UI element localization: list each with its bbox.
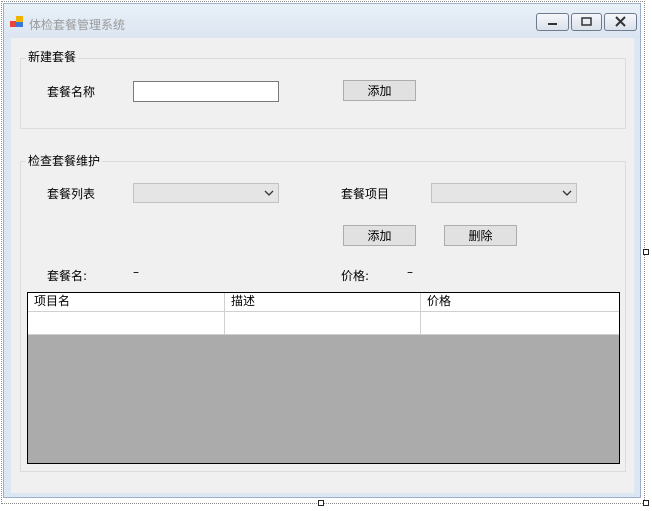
restore-icon [581,17,592,26]
delete-item-button[interactable]: 删除 [444,225,517,246]
new-package-group-title: 新建套餐 [26,48,79,65]
minimize-button[interactable] [536,13,569,31]
grid-header-row: 项目名 描述 价格 [28,293,619,312]
add-item-button[interactable]: 添加 [343,225,416,246]
package-maintenance-group-title: 检查套餐维护 [26,152,103,169]
chevron-down-icon [264,190,274,196]
price-value: – [407,265,413,279]
package-item-label: 套餐项目 [341,187,390,201]
package-items-grid[interactable]: 项目名 描述 价格 [27,292,620,464]
selected-package-name-label: 套餐名: [47,269,88,283]
package-name-label: 套餐名称 [47,85,96,99]
close-button[interactable] [604,13,637,31]
package-list-label: 套餐列表 [47,187,96,201]
form-client-area: 新建套餐 套餐名称 添加 检查套餐维护 套餐列表 套餐项目 添加 删除 套餐名:… [11,38,634,493]
chevron-down-icon [562,190,572,196]
close-icon [615,16,626,27]
grid-cell[interactable] [225,312,421,334]
maximize-button[interactable] [571,13,602,31]
app-icon [10,16,23,27]
price-label: 价格: [341,269,370,283]
package-item-combobox[interactable] [431,183,577,203]
grid-cell[interactable] [28,312,225,334]
resize-handle-corner[interactable] [643,500,649,506]
minimize-icon [548,23,557,25]
resize-handle-right[interactable] [643,249,649,255]
resize-handle-bottom[interactable] [318,500,324,506]
package-name-input[interactable] [133,81,279,102]
grid-column-header[interactable]: 描述 [225,293,421,311]
main-window: 体检套餐管理系统 新建套餐 套餐名称 添加 检查套餐维护 套餐列表 套餐项目 添… [3,3,641,498]
package-list-combobox[interactable] [133,183,279,203]
window-title: 体检套餐管理系统 [29,18,126,32]
new-package-group [20,58,626,129]
grid-column-header[interactable]: 项目名 [28,293,225,311]
add-package-button[interactable]: 添加 [343,80,416,101]
grid-cell[interactable] [421,312,619,334]
title-bar[interactable]: 体检套餐管理系统 [4,4,640,38]
table-row[interactable] [28,312,619,335]
grid-column-header[interactable]: 价格 [421,293,619,311]
selected-package-name-value: – [133,265,139,279]
